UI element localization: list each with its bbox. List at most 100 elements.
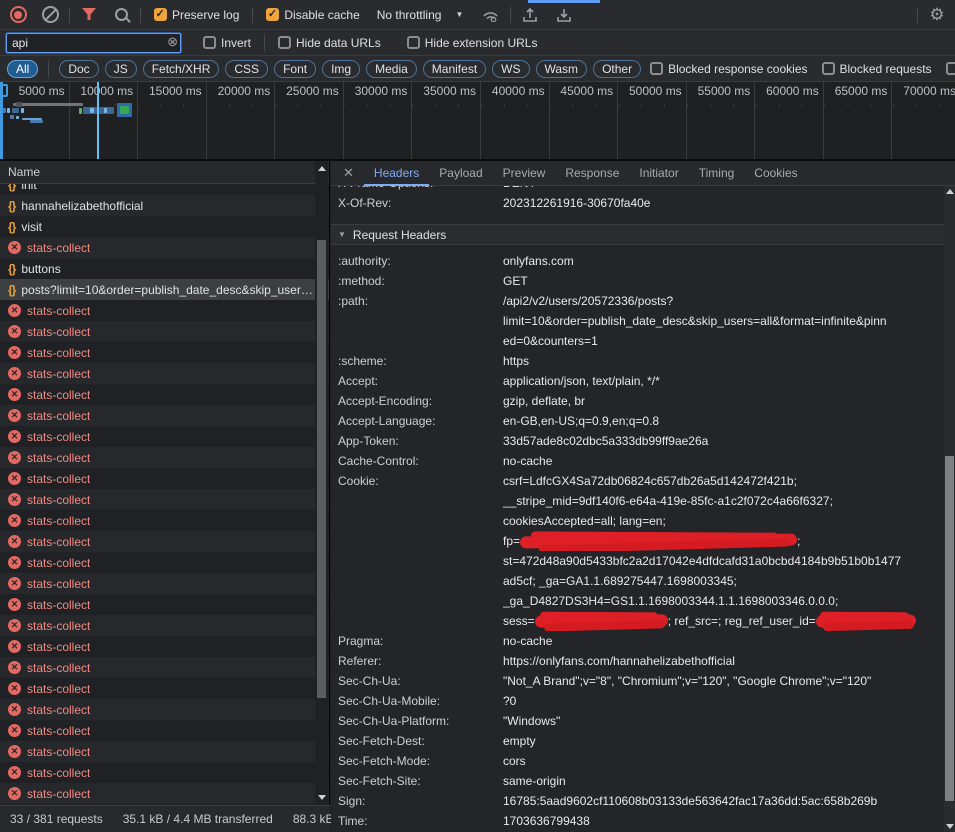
request-row[interactable]: ✕stats-collect [0, 237, 329, 258]
request-row[interactable]: ✕stats-collect [0, 405, 329, 426]
redaction-scribble [816, 614, 916, 627]
overview-drag-handle[interactable] [1, 84, 8, 97]
disable-cache-checkbox[interactable]: Disable cache [266, 8, 359, 22]
error-icon: ✕ [8, 430, 21, 443]
clear-filter-icon[interactable]: ⊗ [167, 35, 178, 48]
search-button[interactable] [109, 3, 133, 27]
hide-data-urls-checkbox[interactable]: Hide data URLs [278, 36, 381, 50]
request-row[interactable]: ✕stats-collect [0, 783, 329, 804]
filter-pill-css[interactable]: CSS [225, 60, 268, 78]
header-value-line: empty [503, 731, 944, 751]
clear-button[interactable] [38, 3, 62, 27]
filter-pill-js[interactable]: JS [105, 60, 137, 78]
header-name: Referer: [338, 651, 503, 671]
request-row[interactable]: ✕stats-collect [0, 531, 329, 552]
request-row[interactable]: ✕stats-collect [0, 468, 329, 489]
import-har-button[interactable] [518, 3, 542, 27]
filter-pill-fetch-xhr[interactable]: Fetch/XHR [143, 60, 220, 78]
filter-pill-img[interactable]: Img [322, 60, 360, 78]
tab-timing[interactable]: Timing [689, 161, 745, 186]
transferred-size: 35.1 kB / 4.4 MB transferred [113, 812, 283, 826]
header-name: Sec-Fetch-Dest: [338, 731, 503, 751]
request-row[interactable]: ✕stats-collect [0, 300, 329, 321]
filter-toggle-button[interactable] [77, 3, 101, 27]
request-headers-section-header[interactable]: ▼ Request Headers [331, 224, 944, 245]
filter-input[interactable] [6, 33, 181, 53]
header-value: 33d57ade8c02dbc5a333db99ff9ae26a [503, 431, 944, 451]
name-column-header[interactable]: Name [0, 161, 329, 184]
close-details-button[interactable]: ✕ [331, 165, 364, 181]
blocked-requests-checkbox[interactable]: Blocked requests [822, 62, 932, 76]
record-button[interactable] [6, 3, 30, 27]
request-row[interactable]: {}init [0, 184, 329, 195]
request-name: stats-collect [27, 241, 90, 255]
header-value: https://onlyfans.com/hannahelizabethoffi… [503, 651, 944, 671]
tab-payload[interactable]: Payload [429, 161, 492, 186]
header-value-line: no-cache [503, 451, 944, 471]
request-row[interactable]: ✕stats-collect [0, 573, 329, 594]
scroll-down-arrow-icon[interactable] [318, 795, 326, 800]
request-row[interactable]: ✕stats-collect [0, 426, 329, 447]
request-row[interactable]: {}visit [0, 216, 329, 237]
request-row[interactable]: ✕stats-collect [0, 615, 329, 636]
filter-pill-doc[interactable]: Doc [59, 60, 98, 78]
request-row[interactable]: ✕stats-collect [0, 678, 329, 699]
filter-pill-media[interactable]: Media [366, 60, 417, 78]
network-conditions-button[interactable] [479, 3, 503, 27]
header-value-line: en-GB,en-US;q=0.9,en;q=0.8 [503, 411, 944, 431]
export-har-button[interactable] [552, 3, 576, 27]
request-row[interactable]: ✕stats-collect [0, 552, 329, 573]
tab-preview[interactable]: Preview [493, 161, 556, 186]
scrollbar-thumb[interactable] [945, 456, 954, 801]
header-row: Sign:16785:5aad9602cf110608b03133de56364… [331, 791, 944, 811]
hide-extension-urls-checkbox[interactable]: Hide extension URLs [407, 36, 538, 50]
error-icon: ✕ [8, 661, 21, 674]
request-row[interactable]: ✕stats-collect [0, 489, 329, 510]
tab-response[interactable]: Response [555, 161, 629, 186]
request-row[interactable]: ✕stats-collect [0, 720, 329, 741]
scroll-up-arrow-icon[interactable] [946, 189, 954, 194]
request-row[interactable]: {}buttons [0, 258, 329, 279]
request-row[interactable]: {}hannahelizabethofficial [0, 195, 329, 216]
header-value-text: ; [797, 534, 800, 548]
request-list-scrollbar[interactable] [315, 161, 328, 805]
scroll-down-arrow-icon[interactable] [946, 824, 954, 829]
timeline-overview[interactable]: 5000 ms10000 ms15000 ms20000 ms25000 ms3… [0, 82, 955, 161]
request-row[interactable]: ✕stats-collect [0, 321, 329, 342]
tab-headers[interactable]: Headers [364, 161, 429, 186]
filter-pill-ws[interactable]: WS [492, 60, 529, 78]
request-row[interactable]: ✕stats-collect [0, 363, 329, 384]
request-row[interactable]: ✕stats-collect [0, 699, 329, 720]
filter-pill-font[interactable]: Font [274, 60, 316, 78]
request-row[interactable]: ✕stats-collect [0, 762, 329, 783]
filter-pill-all[interactable]: All [7, 60, 38, 78]
settings-button[interactable]: ⚙ [925, 3, 949, 27]
preserve-log-checkbox[interactable]: Preserve log [154, 8, 239, 22]
request-row[interactable]: {}posts?limit=10&order=publish_date_desc… [0, 279, 329, 300]
checkbox-unchecked-icon [946, 62, 955, 75]
details-scrollbar[interactable] [944, 186, 955, 832]
request-row[interactable]: ✕stats-collect [0, 594, 329, 615]
3rd-party-requests-checkbox[interactable]: 3rd-party requests [946, 62, 955, 76]
tab-cookies[interactable]: Cookies [744, 161, 807, 186]
tab-initiator[interactable]: Initiator [629, 161, 688, 186]
request-row[interactable]: ✕stats-collect [0, 741, 329, 762]
filter-pill-manifest[interactable]: Manifest [423, 60, 486, 78]
request-row[interactable]: ✕stats-collect [0, 342, 329, 363]
scroll-up-arrow-icon[interactable] [318, 166, 326, 171]
toolbar-divider [69, 7, 70, 23]
error-icon: ✕ [8, 787, 21, 800]
selected-time-marker [97, 82, 99, 159]
filter-pill-other[interactable]: Other [593, 60, 641, 78]
filter-pill-wasm[interactable]: Wasm [536, 60, 588, 78]
request-row[interactable]: ✕stats-collect [0, 636, 329, 657]
throttling-select[interactable]: No throttling ▼ [372, 8, 464, 22]
blocked-response-cookies-checkbox[interactable]: Blocked response cookies [650, 62, 807, 76]
request-row[interactable]: ✕stats-collect [0, 384, 329, 405]
invert-checkbox[interactable]: Invert [203, 36, 251, 50]
request-row[interactable]: ✕stats-collect [0, 447, 329, 468]
scrollbar-thumb[interactable] [317, 240, 326, 698]
header-value: /api2/v2/users/20572336/posts?limit=10&o… [503, 291, 944, 351]
request-row[interactable]: ✕stats-collect [0, 657, 329, 678]
request-row[interactable]: ✕stats-collect [0, 510, 329, 531]
